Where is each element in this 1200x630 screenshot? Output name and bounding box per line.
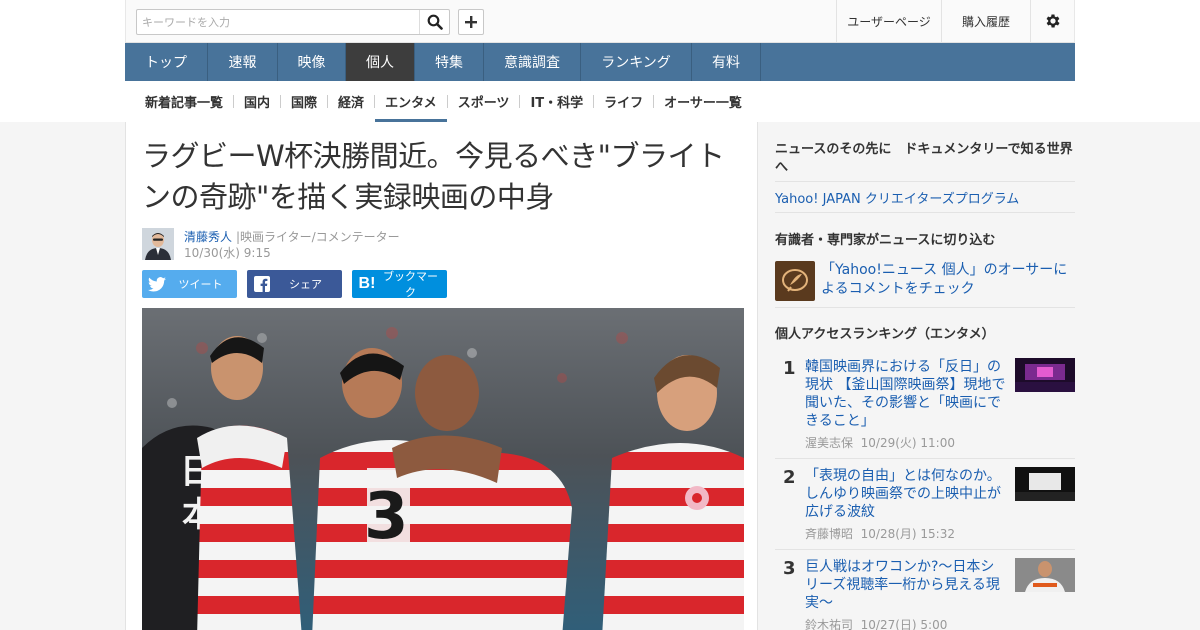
- stage-thumbnail: [1015, 358, 1075, 392]
- rank-title[interactable]: 巨人戦はオワコンか?～日本シリーズ視聴率一桁から見える現実～: [805, 558, 1007, 612]
- rank-thumbnail[interactable]: [1015, 358, 1075, 392]
- ranking-item-1[interactable]: 1 韓国映画界における「反日」の現状 【釜山国際映画祭】現地で聞いた、その影響と…: [775, 358, 1075, 458]
- main-nav-top[interactable]: トップ: [125, 43, 208, 81]
- sub-nav-it-science[interactable]: IT・科学: [520, 81, 593, 122]
- svg-text:3: 3: [364, 480, 409, 554]
- author-name[interactable]: 清藤秀人: [184, 228, 232, 245]
- search-icon: [427, 14, 443, 30]
- add-button[interactable]: [458, 9, 484, 35]
- search-box: [136, 9, 450, 35]
- main-nav-paid[interactable]: 有料: [692, 43, 761, 81]
- rank-title[interactable]: 韓国映画界における「反日」の現状 【釜山国際映画祭】現地で聞いた、その影響と「映…: [805, 358, 1007, 430]
- search-button[interactable]: [419, 10, 449, 34]
- main-nav-breaking[interactable]: 速報: [208, 43, 278, 81]
- main-nav-individual[interactable]: 個人: [346, 43, 415, 81]
- main-nav-video[interactable]: 映像: [278, 43, 346, 81]
- article-main-photo: 日 本 3: [142, 308, 744, 630]
- sidebar: ニュースのその先に ドキュメンタリーで知る世界へ Yahoo! JAPAN クリ…: [759, 122, 1075, 630]
- purchase-history-link[interactable]: 購入履歴: [941, 0, 1030, 42]
- ranking-item-3[interactable]: 3 巨人戦はオワコンか?～日本シリーズ視聴率一桁から見える現実～ 鈴木祐司 10…: [775, 558, 1075, 630]
- rank-number: 1: [783, 358, 796, 379]
- screen-thumbnail: [1015, 467, 1075, 501]
- author-avatar[interactable]: [142, 228, 174, 260]
- sub-nav-latest[interactable]: 新着記事一覧: [135, 81, 233, 122]
- user-page-link[interactable]: ユーザーページ: [836, 0, 941, 42]
- rank-number: 2: [783, 467, 796, 488]
- sub-nav: 新着記事一覧 国内 国際 経済 エンタメ スポーツ IT・科学 ライフ オーサー…: [125, 81, 1075, 122]
- main-nav: トップ 速報 映像 個人 特集 意識調査 ランキング 有料: [125, 43, 1075, 81]
- facebook-share-button[interactable]: シェア: [247, 270, 342, 298]
- main-nav-ranking[interactable]: ランキング: [581, 43, 692, 81]
- site-header: ユーザーページ 購入履歴: [125, 0, 1075, 43]
- hatena-bookmark-icon: B!: [358, 275, 376, 292]
- divider: [775, 458, 1075, 459]
- creators-program-link[interactable]: Yahoo! JAPAN クリエイターズプログラム: [775, 188, 1019, 207]
- rank-meta: 鈴木祐司 10/27(日) 5:00: [805, 616, 947, 630]
- search-input[interactable]: [137, 10, 419, 34]
- expert-heading: 有識者・専門家がニュースに切り込む: [775, 233, 996, 248]
- article: ラグビーW杯決勝間近。今見るべき"ブライトンの奇跡"を描く実録映画の中身 清藤秀…: [125, 122, 758, 630]
- ranking-heading: 個人アクセスランキング（エンタメ）: [775, 327, 995, 342]
- main-nav-feature[interactable]: 特集: [415, 43, 484, 81]
- author-role: |映画ライター/コメンテーター: [236, 230, 400, 244]
- sub-nav-life[interactable]: ライフ: [594, 81, 653, 122]
- divider: [775, 549, 1075, 550]
- article-title: ラグビーW杯決勝間近。今見るべき"ブライトンの奇跡"を描く実録映画の中身: [142, 139, 725, 214]
- documentary-heading: ニュースのその先に ドキュメンタリーで知る世界へ: [775, 142, 1073, 175]
- rank-author: 渥美志保: [805, 436, 854, 450]
- rugby-players-photo: 日 本 3: [142, 308, 744, 630]
- post-date: 10/30(水) 9:15: [184, 246, 271, 260]
- sub-nav-economy[interactable]: 経済: [328, 81, 374, 122]
- rank-date: 10/29(火) 11:00: [860, 436, 955, 450]
- rank-title[interactable]: 「表現の自由」とは何なのか。しんゆり映画祭での上映中止が広げる波紋: [805, 467, 1007, 521]
- author-comments-link[interactable]: 「Yahoo!ニュース 個人」のオーサーによるコメントをチェック: [821, 261, 1071, 299]
- twitter-icon: [142, 276, 172, 292]
- sub-nav-domestic[interactable]: 国内: [234, 81, 280, 122]
- sub-nav-entertainment[interactable]: エンタメ: [375, 81, 447, 122]
- rank-author: 斉藤博昭: [805, 527, 854, 541]
- rank-number: 3: [783, 558, 796, 579]
- ranking-item-2[interactable]: 2 「表現の自由」とは何なのか。しんゆり映画祭での上映中止が広げる波紋 斉藤博昭…: [775, 467, 1075, 549]
- rank-author: 鈴木祐司: [805, 618, 854, 630]
- settings-button[interactable]: [1030, 0, 1075, 42]
- rank-date: 10/28(月) 15:32: [860, 527, 955, 541]
- plus-icon: [465, 16, 477, 28]
- author-comment-icon[interactable]: [775, 261, 815, 301]
- sub-nav-authors[interactable]: オーサー一覧: [654, 81, 752, 122]
- sub-nav-international[interactable]: 国際: [281, 81, 327, 122]
- hatena-bookmark-label: ブックマーク: [383, 270, 438, 299]
- rank-meta: 渥美志保 10/29(火) 11:00: [805, 434, 955, 451]
- rank-thumbnail[interactable]: [1015, 558, 1075, 592]
- divider: [775, 212, 1075, 213]
- tweet-button[interactable]: ツイート: [142, 270, 237, 298]
- rank-meta: 斉藤博昭 10/28(月) 15:32: [805, 525, 955, 542]
- hatena-bookmark-button[interactable]: B! ブックマーク: [352, 270, 447, 299]
- author-portrait: [142, 228, 174, 260]
- baseball-player-thumbnail: [1015, 558, 1075, 592]
- facebook-icon: [247, 276, 277, 292]
- rank-thumbnail[interactable]: [1015, 467, 1075, 501]
- facebook-share-label: シェア: [289, 278, 322, 291]
- gear-icon: [1046, 14, 1060, 28]
- tweet-label: ツイート: [178, 278, 223, 291]
- main-nav-survey[interactable]: 意識調査: [484, 43, 581, 81]
- sub-nav-sports[interactable]: スポーツ: [448, 81, 520, 122]
- quill-bubble-icon: [782, 269, 808, 292]
- rank-date: 10/27(日) 5:00: [860, 618, 948, 630]
- divider: [775, 181, 1075, 182]
- divider: [775, 307, 1075, 308]
